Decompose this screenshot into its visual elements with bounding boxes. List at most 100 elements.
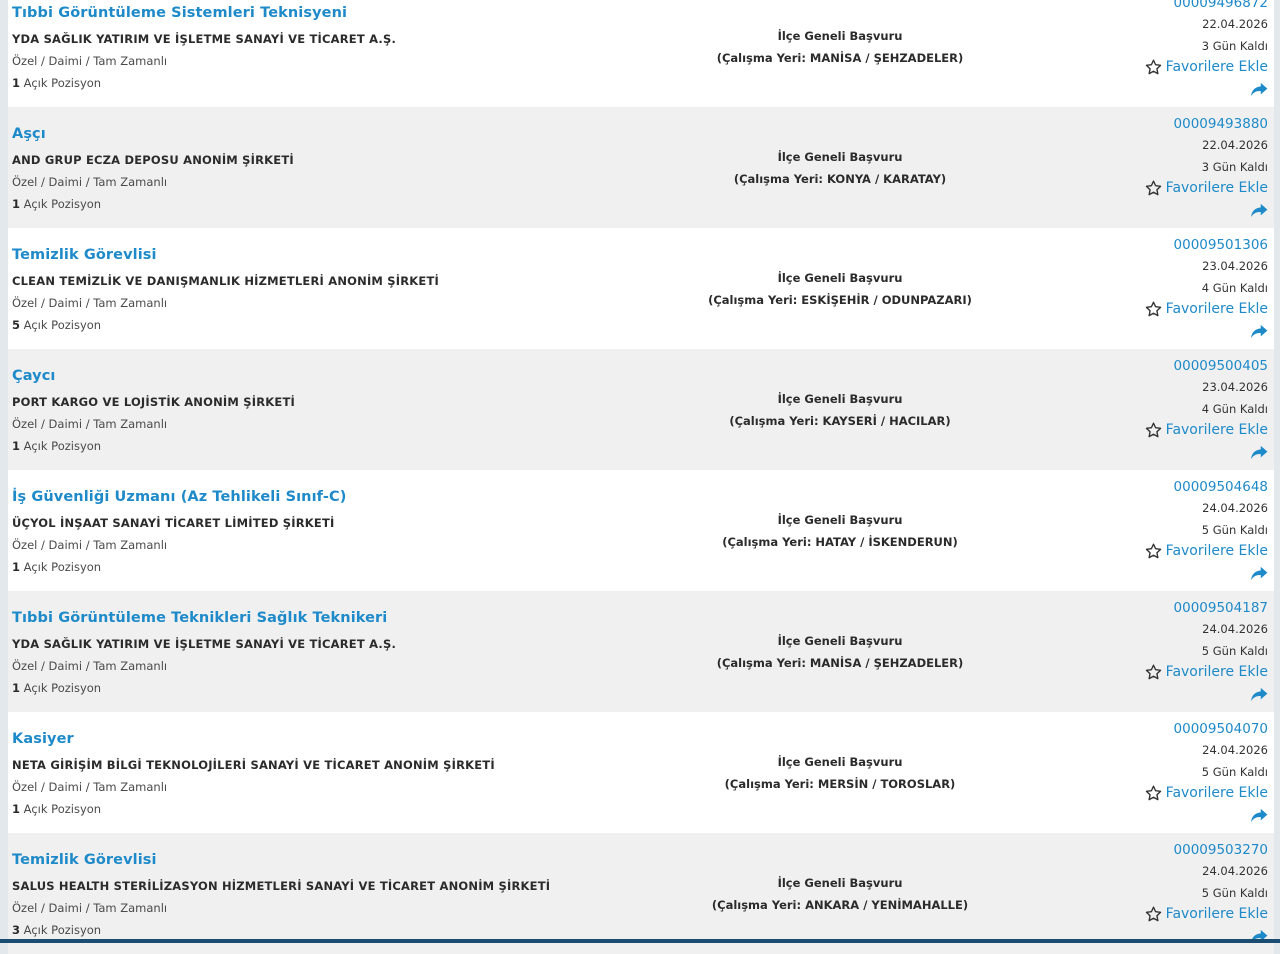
open-positions-label: Açık Pozisyon bbox=[24, 318, 101, 332]
add-to-favorites-button[interactable]: Favorilere Ekle bbox=[1145, 180, 1268, 196]
job-title-link[interactable]: Temizlik Görevlisi bbox=[12, 852, 157, 868]
work-location: (Çalışma Yeri: MANİSA / ŞEHZADELER) bbox=[640, 48, 1040, 70]
open-positions-label: Açık Pozisyon bbox=[24, 802, 101, 816]
employment-type: Özel / Daimi / Tam Zamanlı bbox=[12, 296, 167, 310]
add-to-favorites-button[interactable]: Favorilere Ekle bbox=[1145, 664, 1268, 680]
add-to-favorites-label: Favorilere Ekle bbox=[1166, 59, 1268, 75]
open-positions-label: Açık Pozisyon bbox=[24, 923, 101, 937]
listing-code-link[interactable]: 00009496872 bbox=[1174, 0, 1268, 11]
share-arrow-icon bbox=[1250, 566, 1268, 581]
work-location: (Çalışma Yeri: ESKİŞEHİR / ODUNPAZARI) bbox=[640, 290, 1040, 312]
listing-code-link[interactable]: 00009501306 bbox=[1174, 237, 1268, 253]
job-title-link[interactable]: Kasiyer bbox=[12, 731, 74, 747]
job-title-link[interactable]: Çaycı bbox=[12, 368, 56, 384]
open-positions: 1 Açık Pozisyon bbox=[12, 197, 101, 211]
star-outline-icon bbox=[1145, 422, 1162, 438]
work-location: (Çalışma Yeri: HATAY / İSKENDERUN) bbox=[640, 532, 1040, 554]
days-left: 5 Gün Kaldı bbox=[1202, 765, 1268, 779]
listing-date: 24.04.2026 bbox=[1202, 501, 1268, 515]
listing-code-link[interactable]: 00009493880 bbox=[1174, 116, 1268, 132]
listing-code-link[interactable]: 00009504070 bbox=[1174, 721, 1268, 737]
share-button[interactable] bbox=[1250, 445, 1268, 460]
application-scope-label: İlçe Geneli Başvuru bbox=[640, 26, 1040, 48]
job-listing-row: İş Güvenliği Uzmanı (Az Tehlikeli Sınıf-… bbox=[8, 470, 1274, 591]
job-listing-row: Aşçı AND GRUP ECZA DEPOSU ANONİM ŞİRKETİ… bbox=[8, 107, 1274, 228]
application-scope: İlçe Geneli Başvuru (Çalışma Yeri: ESKİŞ… bbox=[640, 268, 1040, 311]
job-title-link[interactable]: Aşçı bbox=[12, 126, 46, 142]
company-name: AND GRUP ECZA DEPOSU ANONİM ŞİRKETİ bbox=[12, 153, 294, 167]
share-button[interactable] bbox=[1250, 82, 1268, 97]
job-title-link[interactable]: İş Güvenliği Uzmanı (Az Tehlikeli Sınıf-… bbox=[12, 489, 346, 505]
add-to-favorites-label: Favorilere Ekle bbox=[1166, 664, 1268, 680]
open-positions: 1 Açık Pozisyon bbox=[12, 802, 101, 816]
application-scope: İlçe Geneli Başvuru (Çalışma Yeri: KAYSE… bbox=[640, 389, 1040, 432]
open-positions-label: Açık Pozisyon bbox=[24, 439, 101, 453]
add-to-favorites-button[interactable]: Favorilere Ekle bbox=[1145, 906, 1268, 922]
work-location: (Çalışma Yeri: KONYA / KARATAY) bbox=[640, 169, 1040, 191]
job-title-link[interactable]: Tıbbi Görüntüleme Teknikleri Sağlık Tekn… bbox=[12, 610, 387, 626]
company-name: ÜÇYOL İNŞAAT SANAYİ TİCARET LİMİTED ŞİRK… bbox=[12, 516, 334, 530]
days-left: 5 Gün Kaldı bbox=[1202, 886, 1268, 900]
share-button[interactable] bbox=[1250, 324, 1268, 339]
star-outline-icon bbox=[1145, 59, 1162, 75]
share-button[interactable] bbox=[1250, 808, 1268, 823]
open-positions: 1 Açık Pozisyon bbox=[12, 560, 101, 574]
listing-code-link[interactable]: 00009504187 bbox=[1174, 600, 1268, 616]
listing-date: 22.04.2026 bbox=[1202, 17, 1268, 31]
application-scope-label: İlçe Geneli Başvuru bbox=[640, 631, 1040, 653]
open-positions-count: 1 bbox=[12, 802, 20, 816]
company-name: SALUS HEALTH STERİLİZASYON HİZMETLERİ SA… bbox=[12, 879, 550, 893]
open-positions-label: Açık Pozisyon bbox=[24, 197, 101, 211]
application-scope: İlçe Geneli Başvuru (Çalışma Yeri: KONYA… bbox=[640, 147, 1040, 190]
days-left: 5 Gün Kaldı bbox=[1202, 644, 1268, 658]
application-scope: İlçe Geneli Başvuru (Çalışma Yeri: MERSİ… bbox=[640, 752, 1040, 795]
open-positions: 1 Açık Pozisyon bbox=[12, 76, 101, 90]
employment-type: Özel / Daimi / Tam Zamanlı bbox=[12, 54, 167, 68]
share-arrow-icon bbox=[1250, 445, 1268, 460]
employment-type: Özel / Daimi / Tam Zamanlı bbox=[12, 901, 167, 915]
add-to-favorites-button[interactable]: Favorilere Ekle bbox=[1145, 785, 1268, 801]
job-title-link[interactable]: Tıbbi Görüntüleme Sistemleri Teknisyeni bbox=[12, 5, 347, 21]
company-name: YDA SAĞLIK YATIRIM VE İŞLETME SANAYİ VE … bbox=[12, 637, 396, 651]
days-left: 3 Gün Kaldı bbox=[1202, 160, 1268, 174]
employment-type: Özel / Daimi / Tam Zamanlı bbox=[12, 780, 167, 794]
listing-date: 24.04.2026 bbox=[1202, 743, 1268, 757]
listing-date: 23.04.2026 bbox=[1202, 380, 1268, 394]
share-arrow-icon bbox=[1250, 324, 1268, 339]
share-button[interactable] bbox=[1250, 687, 1268, 702]
application-scope-label: İlçe Geneli Başvuru bbox=[640, 147, 1040, 169]
share-button[interactable] bbox=[1250, 203, 1268, 218]
job-listing-row: Temizlik Görevlisi CLEAN TEMİZLİK VE DAN… bbox=[8, 228, 1274, 349]
star-outline-icon bbox=[1145, 301, 1162, 317]
open-positions: 3 Açık Pozisyon bbox=[12, 923, 101, 937]
listing-code-link[interactable]: 00009500405 bbox=[1174, 358, 1268, 374]
listing-code-link[interactable]: 00009503270 bbox=[1174, 842, 1268, 858]
employment-type: Özel / Daimi / Tam Zamanlı bbox=[12, 538, 167, 552]
listing-code-link[interactable]: 00009504648 bbox=[1174, 479, 1268, 495]
add-to-favorites-button[interactable]: Favorilere Ekle bbox=[1145, 301, 1268, 317]
work-location: (Çalışma Yeri: KAYSERİ / HACILAR) bbox=[640, 411, 1040, 433]
add-to-favorites-label: Favorilere Ekle bbox=[1166, 785, 1268, 801]
work-location: (Çalışma Yeri: MANİSA / ŞEHZADELER) bbox=[640, 653, 1040, 675]
days-left: 3 Gün Kaldı bbox=[1202, 39, 1268, 53]
add-to-favorites-label: Favorilere Ekle bbox=[1166, 422, 1268, 438]
share-button[interactable] bbox=[1250, 566, 1268, 581]
listing-date: 22.04.2026 bbox=[1202, 138, 1268, 152]
share-arrow-icon bbox=[1250, 687, 1268, 702]
days-left: 4 Gün Kaldı bbox=[1202, 281, 1268, 295]
application-scope-label: İlçe Geneli Başvuru bbox=[640, 510, 1040, 532]
job-listing-row: Temizlik Görevlisi SALUS HEALTH STERİLİZ… bbox=[8, 833, 1274, 954]
job-title-link[interactable]: Temizlik Görevlisi bbox=[12, 247, 157, 263]
add-to-favorites-button[interactable]: Favorilere Ekle bbox=[1145, 422, 1268, 438]
add-to-favorites-label: Favorilere Ekle bbox=[1166, 301, 1268, 317]
open-positions-count: 1 bbox=[12, 197, 20, 211]
add-to-favorites-label: Favorilere Ekle bbox=[1166, 906, 1268, 922]
add-to-favorites-button[interactable]: Favorilere Ekle bbox=[1145, 59, 1268, 75]
application-scope-label: İlçe Geneli Başvuru bbox=[640, 873, 1040, 895]
work-location: (Çalışma Yeri: MERSİN / TOROSLAR) bbox=[640, 774, 1040, 796]
application-scope-label: İlçe Geneli Başvuru bbox=[640, 752, 1040, 774]
open-positions-label: Açık Pozisyon bbox=[24, 560, 101, 574]
add-to-favorites-button[interactable]: Favorilere Ekle bbox=[1145, 543, 1268, 559]
open-positions-count: 1 bbox=[12, 439, 20, 453]
application-scope: İlçe Geneli Başvuru (Çalışma Yeri: MANİS… bbox=[640, 631, 1040, 674]
